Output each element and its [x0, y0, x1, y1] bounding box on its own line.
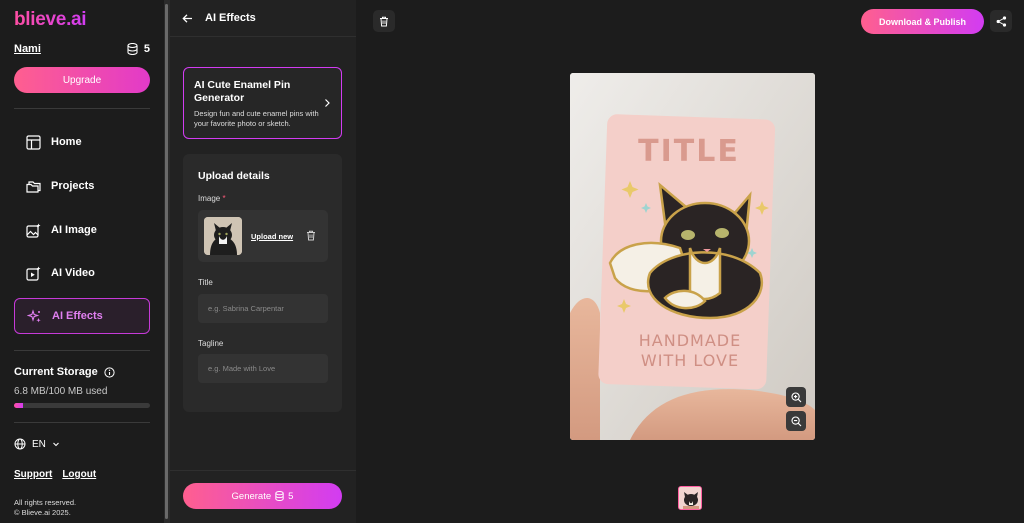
card-tagline-line2: WITH LOVE — [641, 351, 739, 370]
generate-button[interactable]: Generate 5 — [183, 483, 342, 509]
effect-title: AI Cute Enamel Pin Generator — [194, 79, 291, 104]
info-icon[interactable] — [104, 366, 115, 378]
effect-description: Design fun and cute enamel pins with you… — [194, 109, 319, 128]
storage-used: 6.8 MB/100 MB used — [14, 386, 108, 397]
user-name[interactable]: Nami — [14, 43, 41, 55]
panel-title: AI Effects — [205, 12, 256, 24]
title-label: Title — [198, 278, 213, 287]
uploaded-cat-thumbnail — [204, 217, 242, 255]
sidebar-item-ai-video[interactable]: AI Video — [14, 255, 150, 291]
storage-title: Current Storage — [14, 366, 115, 378]
divider — [14, 422, 150, 423]
layout-icon — [26, 134, 41, 150]
copyright: All rights reserved. © Blieve.ai 2025. — [14, 498, 154, 518]
logout-link[interactable]: Logout — [62, 469, 96, 480]
trash-icon — [380, 16, 388, 26]
storage-progress-bar — [14, 403, 150, 408]
card-tagline-line1: HANDMADE — [639, 331, 741, 350]
card-title-text: TITLE — [638, 134, 740, 169]
divider — [14, 350, 150, 351]
footer-links: Support Logout — [14, 469, 96, 480]
image-upload-box: Upload new — [198, 210, 328, 262]
sidebar-item-label: Home — [51, 136, 82, 148]
database-icon — [275, 491, 284, 501]
upload-new-link[interactable]: Upload new — [251, 232, 293, 241]
logo[interactable]: blieve.ai — [14, 9, 87, 31]
title-input[interactable] — [198, 294, 328, 323]
sparkles-icon — [27, 308, 41, 322]
chevron-down-icon — [53, 442, 59, 447]
effect-card[interactable]: AI Cute Enamel Pin Generator Design fun … — [183, 67, 342, 139]
divider — [170, 470, 356, 471]
trash-icon[interactable] — [306, 230, 316, 241]
sidebar-item-home[interactable]: Home — [14, 124, 150, 160]
zoom-in-icon — [790, 391, 801, 402]
copyright-line: © Blieve.ai 2025. — [14, 508, 71, 517]
storage-title-text: Current Storage — [14, 366, 98, 378]
database-icon — [127, 43, 138, 55]
upload-title: Upload details — [198, 170, 270, 182]
image-label-text: Image — [198, 194, 221, 203]
sidebar-item-label: AI Image — [51, 224, 97, 236]
canvas-area: Download & Publish TITLE HANDMADE WITH L… — [356, 0, 1024, 523]
tagline-input[interactable] — [198, 354, 328, 383]
sidebar-item-ai-effects[interactable]: AI Effects — [14, 298, 150, 334]
zoom-in-button[interactable] — [786, 387, 806, 407]
share-button[interactable] — [990, 10, 1012, 32]
sidebar-item-label: AI Video — [51, 267, 95, 279]
app-root: blieve.ai Nami 5 Upgrade Home Projects A… — [0, 0, 1024, 523]
generate-cost: 5 — [288, 490, 294, 502]
zoom-out-button[interactable] — [786, 411, 806, 431]
back-arrow-icon[interactable] — [182, 13, 193, 24]
credits-badge: 5 — [127, 43, 150, 55]
image-sparkle-icon — [26, 223, 41, 238]
language-label: EN — [32, 438, 46, 450]
upgrade-button[interactable]: Upgrade — [14, 67, 150, 93]
result-thumbnail[interactable] — [678, 486, 702, 510]
sidebar-item-projects[interactable]: Projects — [14, 168, 150, 204]
support-link[interactable]: Support — [14, 469, 52, 480]
copyright-line: All rights reserved. — [14, 498, 77, 507]
sidebar-scrollbar[interactable] — [165, 4, 168, 519]
globe-icon — [14, 438, 26, 450]
user-row: Nami 5 — [14, 43, 150, 57]
upload-details-card: Upload details Image * Upload new Title … — [183, 154, 342, 412]
sidebar-item-label: Projects — [51, 180, 95, 192]
delete-button[interactable] — [373, 10, 395, 32]
sidebar-item-ai-image[interactable]: AI Image — [14, 212, 150, 248]
panel-header: AI Effects — [170, 0, 356, 37]
folders-icon — [26, 180, 41, 193]
tagline-label: Tagline — [198, 339, 224, 348]
storage-progress-fill — [14, 403, 24, 408]
chevron-right-icon — [325, 99, 330, 107]
credits-count: 5 — [143, 43, 150, 55]
generate-label: Generate — [231, 490, 272, 502]
video-sparkle-icon — [26, 266, 41, 281]
language-selector[interactable]: EN — [14, 438, 60, 450]
effects-panel: AI Effects AI Cute Enamel Pin Generator … — [170, 0, 356, 523]
download-publish-button[interactable]: Download & Publish — [861, 9, 984, 34]
generated-preview-image: TITLE HANDMADE WITH LOVE — [570, 73, 815, 440]
image-label: Image * — [198, 194, 226, 203]
required-mark: * — [222, 194, 226, 203]
zoom-out-icon — [790, 415, 801, 426]
sidebar-item-label: AI Effects — [52, 310, 103, 322]
sidebar: blieve.ai Nami 5 Upgrade Home Projects A… — [0, 0, 164, 523]
share-icon — [996, 15, 1006, 27]
divider — [14, 108, 150, 109]
